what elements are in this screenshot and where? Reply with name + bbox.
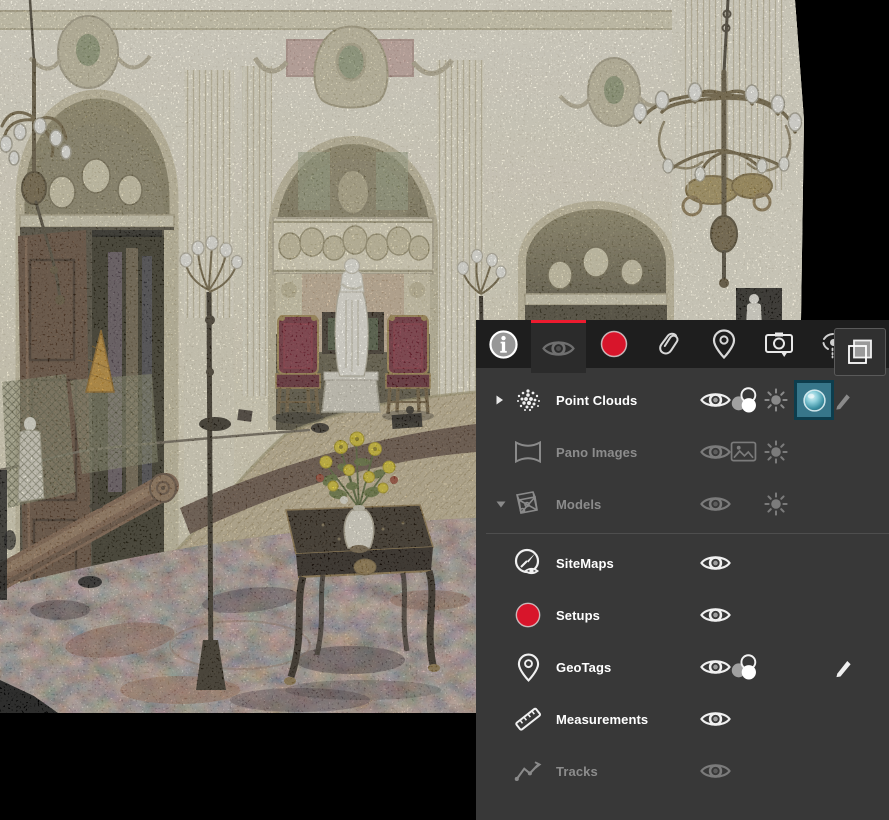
visibility-eye-toggle[interactable]	[700, 604, 731, 626]
visibility-eye-toggle[interactable]	[700, 441, 731, 463]
visibility-eye-toggle[interactable]	[700, 760, 731, 782]
layer-label: Tracks	[556, 764, 598, 779]
toggle-panels-button[interactable]	[834, 328, 886, 376]
layer-row-setups[interactable]: Setups	[476, 589, 889, 641]
visibility-eye-toggle[interactable]	[700, 389, 731, 411]
expander-collapsed-icon[interactable]	[496, 395, 510, 405]
sphere-render-mode-button-active[interactable]	[794, 380, 834, 420]
edit-pencil-button[interactable]	[834, 390, 854, 410]
section-divider	[486, 533, 889, 534]
layer-row-sitemaps[interactable]: SiteMaps	[476, 537, 889, 589]
layer-label: GeoTags	[556, 660, 611, 675]
layer-row-geotags[interactable]: GeoTags	[476, 641, 889, 693]
layer-row-measurements[interactable]: Measurements	[476, 693, 889, 745]
color-mode-circles-toggle[interactable]	[730, 654, 759, 681]
info-icon	[488, 329, 519, 360]
visibility-eye-toggle[interactable]	[700, 656, 731, 678]
camera-icon	[764, 330, 794, 358]
layers-panel: Point Clouds Pano Images	[476, 320, 889, 820]
point-clouds-icon	[510, 387, 546, 413]
visibility-eye-toggle[interactable]	[700, 493, 731, 515]
layer-row-models[interactable]: Models	[476, 478, 889, 530]
layer-row-pano-images[interactable]: Pano Images	[476, 426, 889, 478]
layer-label: Setups	[556, 608, 600, 623]
panel-toolbar	[476, 320, 889, 368]
tab-attachments[interactable]	[641, 320, 696, 368]
layer-label: Point Clouds	[556, 393, 637, 408]
expander-expanded-icon[interactable]	[496, 501, 510, 508]
layer-label: Pano Images	[556, 445, 637, 460]
sphere-icon	[801, 387, 828, 414]
layered-panels-icon	[845, 337, 875, 367]
brightness-icon[interactable]	[764, 492, 788, 516]
color-mode-circles-toggle[interactable]	[730, 387, 759, 414]
tracks-icon	[510, 760, 546, 783]
tab-geotags[interactable]	[696, 320, 751, 368]
pano-images-icon	[510, 438, 546, 466]
tab-visibility-selected[interactable]	[531, 320, 586, 373]
tab-record[interactable]	[586, 320, 641, 368]
brightness-icon[interactable]	[764, 388, 788, 412]
layer-row-tracks[interactable]: Tracks	[476, 745, 889, 797]
layer-label: Models	[556, 497, 601, 512]
image-icon[interactable]	[730, 441, 757, 463]
eye-icon	[542, 337, 575, 360]
brightness-icon[interactable]	[764, 440, 788, 464]
app-window: Point Clouds Pano Images	[0, 0, 889, 820]
layer-label: SiteMaps	[556, 556, 614, 571]
tab-info[interactable]	[476, 320, 531, 368]
geotags-icon	[510, 653, 546, 682]
tab-snapshots[interactable]	[751, 320, 806, 368]
paperclip-icon	[655, 330, 683, 358]
visibility-eye-toggle[interactable]	[700, 708, 731, 730]
layer-label: Measurements	[556, 712, 648, 727]
layer-rows: Point Clouds Pano Images	[476, 368, 889, 797]
red-circle-icon	[599, 329, 629, 359]
sitemaps-icon	[510, 548, 546, 578]
setups-icon	[510, 601, 546, 629]
visibility-eye-toggle[interactable]	[700, 552, 731, 574]
layer-row-point-clouds[interactable]: Point Clouds	[476, 374, 889, 426]
measurements-icon	[510, 704, 546, 734]
edit-pencil-button[interactable]	[834, 657, 855, 678]
pin-icon	[712, 329, 736, 359]
models-icon	[510, 490, 546, 518]
